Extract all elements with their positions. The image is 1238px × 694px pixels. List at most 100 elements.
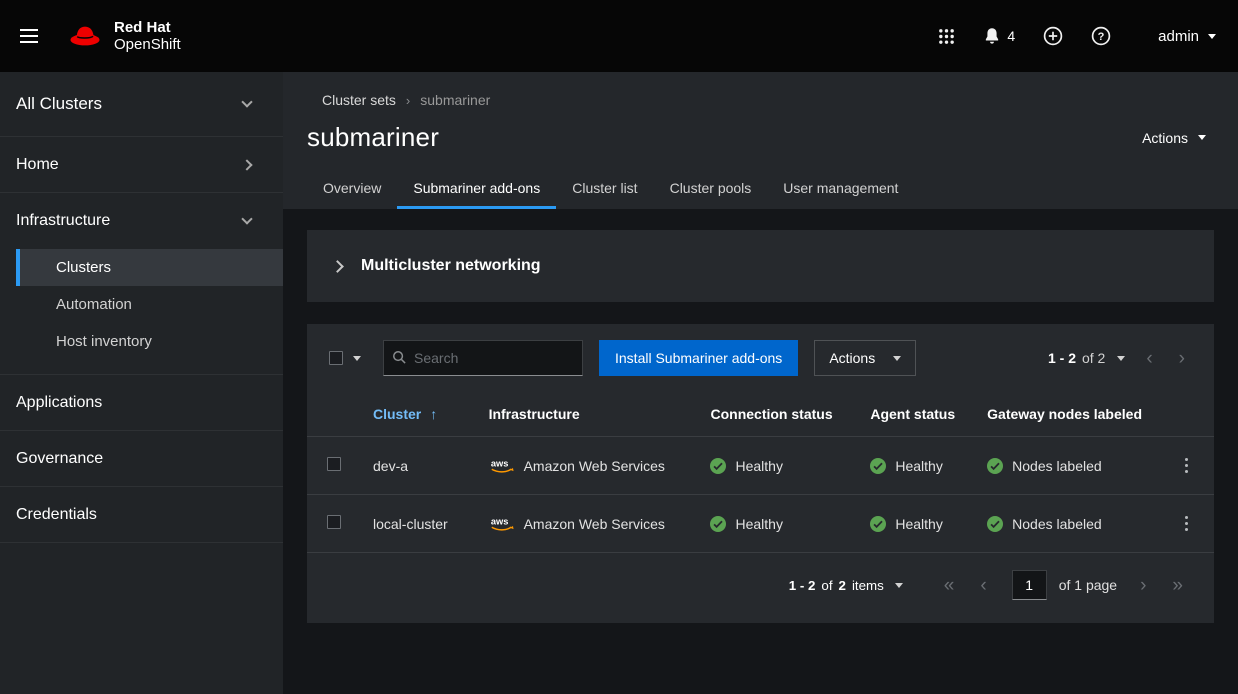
sidebar-item-label: Infrastructure (16, 212, 110, 230)
svg-text:?: ? (1098, 31, 1105, 43)
notifications-button[interactable]: 4 (974, 19, 1024, 54)
header-checkbox-cell (307, 392, 357, 437)
nav-toggle-button[interactable] (0, 0, 58, 72)
chevron-down-icon (241, 96, 252, 107)
aws-icon: aws (489, 515, 515, 532)
sidebar-item-automation[interactable]: Automation (16, 286, 283, 323)
row-checkbox[interactable] (327, 457, 341, 471)
table-toolbar: Install Submariner add-ons Actions 1 - 2… (307, 324, 1214, 392)
pagination-total: 2 (839, 578, 846, 593)
check-circle-icon (987, 458, 1003, 474)
gateway-nodes-status[interactable]: Nodes labeled (1012, 516, 1102, 532)
aws-icon: aws (489, 457, 515, 474)
tab-submariner-addons[interactable]: Submariner add-ons (397, 169, 556, 209)
pagination-of-total: of 2 (1082, 350, 1105, 366)
check-circle-icon (710, 458, 726, 474)
help-button[interactable]: ? (1082, 18, 1120, 54)
row-checkbox[interactable] (327, 515, 341, 529)
breadcrumb-separator-icon: › (406, 93, 410, 108)
svg-text:aws: aws (490, 458, 508, 468)
perspective-label: All Clusters (16, 94, 102, 114)
column-header-connection-status[interactable]: Connection status (694, 392, 854, 437)
gateway-nodes-status[interactable]: Nodes labeled (1012, 458, 1102, 474)
sidebar-item-infrastructure[interactable]: Infrastructure (0, 193, 283, 249)
caret-down-icon (1198, 135, 1206, 140)
import-cluster-button[interactable] (1034, 18, 1072, 54)
pagination-items-menu-toggle[interactable]: 1 - 2 of 2 items (789, 578, 903, 593)
sidebar-item-label: Home (16, 156, 59, 174)
connection-status[interactable]: Healthy (735, 458, 782, 474)
column-header-agent-status[interactable]: Agent status (854, 392, 971, 437)
column-header-cluster[interactable]: Cluster ↑ (357, 392, 473, 437)
tab-cluster-list[interactable]: Cluster list (556, 169, 653, 209)
last-page-button[interactable]: » (1159, 574, 1196, 597)
pagination-menu-toggle[interactable]: 1 - 2 of 2 (1040, 350, 1133, 366)
first-page-button[interactable]: « (931, 574, 968, 597)
notification-count-badge: 4 (1007, 28, 1015, 44)
table-actions-dropdown[interactable]: Actions (814, 340, 916, 376)
user-menu-dropdown[interactable]: admin (1158, 28, 1216, 45)
sidebar-item-governance[interactable]: Governance (0, 431, 283, 487)
page-actions-label: Actions (1142, 130, 1188, 146)
tab-user-management[interactable]: User management (767, 169, 914, 209)
install-submariner-addons-button[interactable]: Install Submariner add-ons (599, 340, 798, 376)
sidebar-item-applications[interactable]: Applications (0, 375, 283, 431)
tab-overview[interactable]: Overview (307, 169, 397, 209)
agent-status[interactable]: Healthy (895, 516, 942, 532)
multicluster-networking-expandable-section[interactable]: Multicluster networking (307, 230, 1214, 302)
caret-down-icon (1208, 34, 1216, 39)
table-header-row: Cluster ↑ Infrastructure Connection statu… (307, 392, 1214, 437)
connection-status[interactable]: Healthy (735, 516, 782, 532)
check-circle-icon (870, 516, 886, 532)
check-circle-icon (987, 516, 1003, 532)
breadcrumb-current: submariner (420, 92, 490, 108)
agent-status[interactable]: Healthy (895, 458, 942, 474)
column-header-infrastructure[interactable]: Infrastructure (473, 392, 695, 437)
column-header-gateway-nodes[interactable]: Gateway nodes labeled (971, 392, 1158, 437)
perspective-switcher-all-clusters[interactable]: All Clusters (0, 72, 283, 137)
pagination-items-word: items (852, 578, 884, 593)
plus-circle-icon (1043, 26, 1063, 46)
pagination-controls: « ‹ of 1 page › » (931, 570, 1196, 600)
tab-bar: Overview Submariner add-ons Cluster list… (307, 169, 1238, 209)
brand-text: Red Hat OpenShift (114, 19, 181, 53)
sidebar-item-label: Credentials (16, 506, 97, 524)
sidebar-item-home[interactable]: Home (0, 137, 283, 193)
next-page-button[interactable]: › (1127, 574, 1159, 597)
tab-cluster-pools[interactable]: Cluster pools (654, 169, 768, 209)
sidebar-item-credentials[interactable]: Credentials (0, 487, 283, 543)
kebab-icon (1185, 516, 1188, 519)
bulk-select-dropdown[interactable] (323, 340, 367, 376)
current-page-input[interactable] (1012, 570, 1047, 600)
sidebar-item-clusters[interactable]: Clusters (16, 249, 283, 286)
column-label-cluster: Cluster (373, 406, 421, 422)
table-row: dev-a aws Amazon Web Services (307, 437, 1214, 495)
row-kebab-menu-button[interactable] (1175, 510, 1198, 537)
breadcrumb: Cluster sets › submariner (322, 92, 1238, 108)
previous-page-button[interactable]: ‹ (1133, 347, 1165, 370)
brand-line1: Red Hat (114, 19, 181, 36)
tab-content: Multicluster networking (283, 209, 1238, 694)
search-input[interactable] (383, 340, 583, 376)
brand-line2: OpenShift (114, 36, 181, 53)
app-launcher-grid-icon (938, 28, 955, 45)
sort-ascending-icon: ↑ (430, 406, 437, 422)
submariner-addons-table: Cluster ↑ Infrastructure Connection statu… (307, 392, 1214, 553)
table-row: local-cluster aws Amazon Web Services (307, 495, 1214, 553)
pagination-of-word: of (821, 578, 832, 593)
breadcrumb-cluster-sets-link[interactable]: Cluster sets (322, 92, 396, 108)
next-page-button[interactable]: › (1166, 347, 1198, 370)
brand-logo: Red Hat OpenShift (66, 19, 181, 53)
app-launcher-button[interactable] (929, 20, 964, 53)
select-all-checkbox[interactable] (329, 351, 343, 365)
title-row: submariner Actions (307, 122, 1238, 153)
chevron-right-icon (331, 260, 344, 273)
row-kebab-menu-button[interactable] (1175, 452, 1198, 479)
page-actions-dropdown[interactable]: Actions (1142, 130, 1206, 146)
sidebar-item-host-inventory[interactable]: Host inventory (16, 323, 283, 360)
header-actions-cell (1158, 392, 1214, 437)
page-header: Cluster sets › submariner submariner Act… (283, 72, 1238, 209)
chevron-down-icon (241, 213, 252, 224)
previous-page-button[interactable]: ‹ (967, 574, 999, 597)
masthead: Red Hat OpenShift 4 (0, 0, 1238, 72)
